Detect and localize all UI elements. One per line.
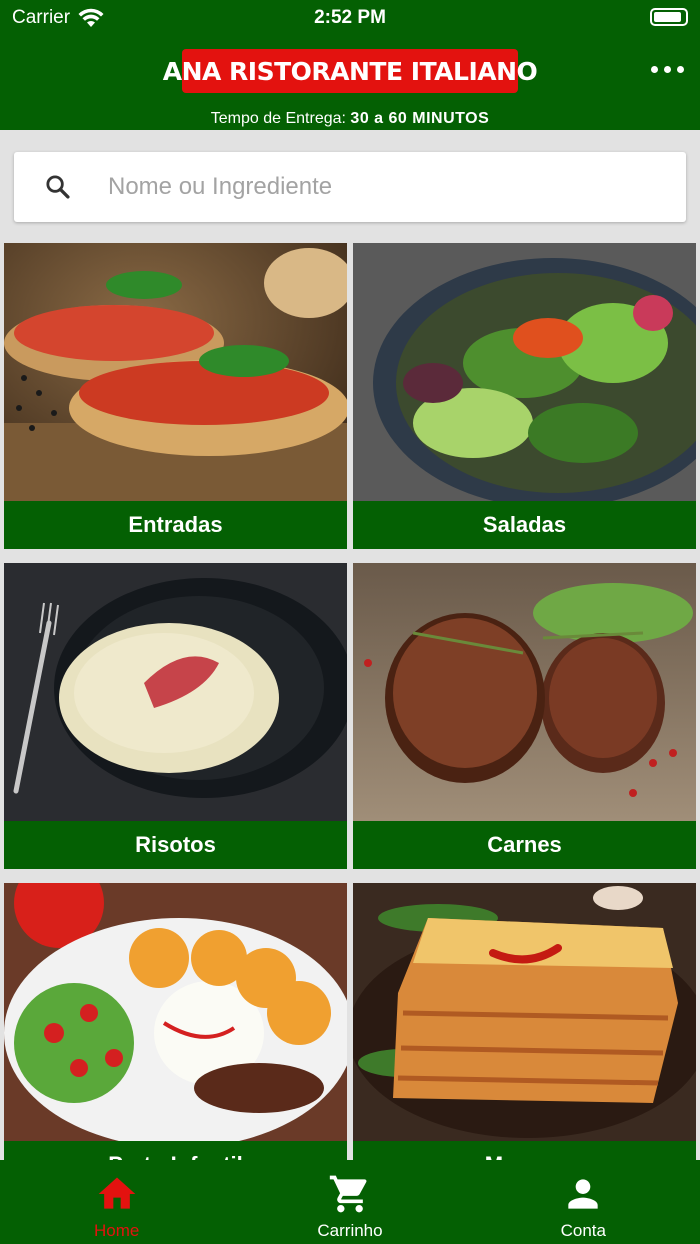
category-card-entradas[interactable]: Entradas xyxy=(4,243,347,549)
app-header: Carrier 2:52 PM ANA RISTORANTE ITALIANO … xyxy=(0,0,700,130)
category-card-saladas[interactable]: Saladas xyxy=(353,243,696,549)
category-label: Saladas xyxy=(353,501,696,549)
risotos-photo xyxy=(4,563,347,821)
search-icon xyxy=(46,175,70,199)
category-label: Carnes xyxy=(353,821,696,869)
tab-label: Conta xyxy=(560,1221,606,1240)
home-icon xyxy=(98,1177,135,1209)
entradas-photo xyxy=(4,243,347,501)
category-label: Entradas xyxy=(4,501,347,549)
prato-infantil-photo xyxy=(4,883,347,1141)
delivery-time-label: Tempo de Entrega: xyxy=(210,110,346,127)
search-bar[interactable] xyxy=(14,152,686,222)
massas-photo xyxy=(353,883,696,1141)
category-card-risotos[interactable]: Risotos xyxy=(4,563,347,869)
tab-carrinho[interactable]: Carrinho xyxy=(233,1160,466,1244)
category-card-massas[interactable]: Massas xyxy=(353,883,696,1189)
category-card-carnes[interactable]: Carnes xyxy=(353,563,696,869)
carnes-photo xyxy=(353,563,696,821)
tab-home[interactable]: Home xyxy=(0,1160,233,1244)
bottom-tab-bar: Home Carrinho Conta xyxy=(0,1160,700,1244)
tab-conta[interactable]: Conta xyxy=(467,1160,700,1244)
category-label: Risotos xyxy=(4,821,347,869)
battery-icon xyxy=(650,8,688,26)
tab-label: Home xyxy=(93,1221,140,1240)
search-input[interactable] xyxy=(108,173,628,201)
restaurant-logo: ANA RISTORANTE ITALIANO xyxy=(163,49,538,93)
status-time: 2:52 PM xyxy=(314,7,386,28)
saladas-photo xyxy=(353,243,696,501)
account-icon xyxy=(568,1179,598,1209)
delivery-time: Tempo de Entrega: 30 a 60 MINUTOS xyxy=(0,110,700,128)
more-options-button[interactable] xyxy=(651,66,684,73)
tab-label: Carrinho xyxy=(317,1221,383,1240)
delivery-time-value: 30 a 60 MINUTOS xyxy=(350,110,490,127)
category-card-prato-infantil[interactable]: Prato Infantil xyxy=(4,883,347,1189)
cart-icon xyxy=(329,1175,367,1213)
more-horizontal-icon xyxy=(651,66,658,73)
battery-level xyxy=(654,12,681,22)
status-bar: Carrier 2:52 PM xyxy=(0,0,700,36)
